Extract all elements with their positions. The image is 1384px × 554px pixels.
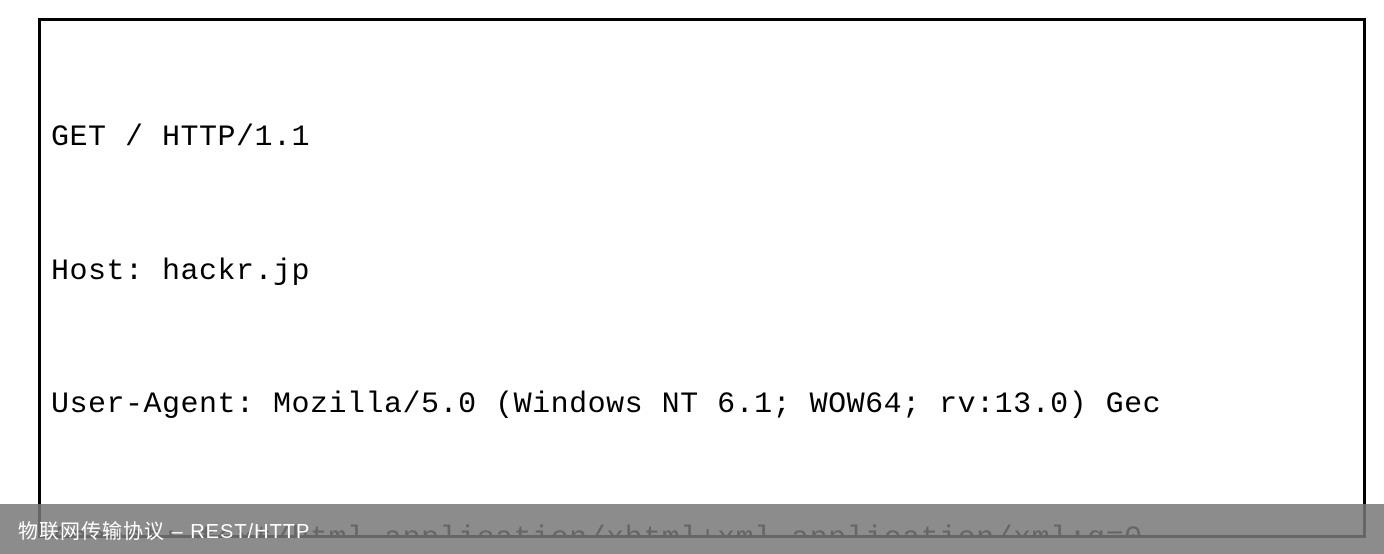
http-request-content: GET / HTTP/1.1 Host: hackr.jp User-Agent… bbox=[51, 27, 1353, 538]
footer-bar: 物联网传输协议 – REST/HTTP bbox=[0, 504, 1384, 554]
code-line: Host: hackr.jp bbox=[51, 250, 1353, 295]
code-line: User-Agent: Mozilla/5.0 (Windows NT 6.1;… bbox=[51, 383, 1353, 428]
code-line: GET / HTTP/1.1 bbox=[51, 116, 1353, 161]
footer-label: 物联网传输协议 – REST/HTTP bbox=[18, 515, 310, 544]
http-request-box: GET / HTTP/1.1 Host: hackr.jp User-Agent… bbox=[38, 18, 1366, 538]
